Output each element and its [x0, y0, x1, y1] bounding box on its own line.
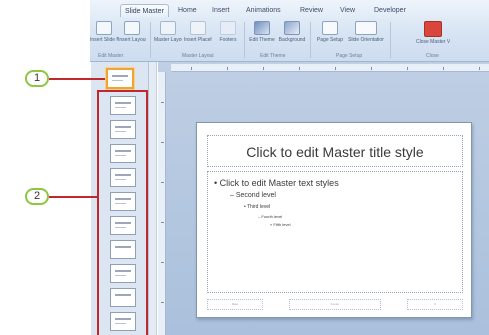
text-level-5: » Fifth level — [270, 222, 291, 227]
footers-button[interactable]: Footers — [214, 21, 242, 57]
tab-view[interactable]: View — [336, 4, 359, 17]
slide-number-placeholder[interactable]: # — [407, 299, 463, 310]
insert-layout-button[interactable]: Insert Layout — [118, 21, 146, 57]
group-close-label: Close — [426, 53, 439, 59]
insert-placeholder-button[interactable]: Insert Placeholder — [184, 21, 212, 57]
tab-animations[interactable]: Animations — [242, 4, 285, 17]
close-master-view-button[interactable]: Close Master View — [416, 21, 450, 57]
insert-slide-master-icon — [96, 21, 112, 35]
master-title-text: Click to edit Master title style — [246, 144, 424, 160]
tab-review[interactable]: Review — [296, 4, 327, 17]
edit-theme-button[interactable]: Edit Theme — [248, 21, 276, 57]
background-button[interactable]: Background — [278, 21, 306, 57]
close-master-view-icon — [424, 21, 442, 37]
master-layout-icon — [160, 21, 176, 35]
callout-1: 1 — [25, 70, 49, 87]
themes-icon — [254, 21, 270, 35]
horizontal-ruler — [171, 64, 489, 72]
insert-placeholder-icon — [190, 21, 206, 35]
layouts-highlight-frame — [97, 90, 148, 335]
tab-slide-master[interactable]: Slide Master — [120, 4, 169, 17]
tab-developer[interactable]: Developer — [370, 4, 410, 17]
body-placeholder[interactable]: • Click to edit Master text styles – Sec… — [207, 171, 463, 293]
ribbon-tabs: Slide Master Home Insert Animations Revi… — [90, 4, 489, 18]
master-layout-button[interactable]: Master Layout — [154, 21, 182, 57]
group-page-setup-label: Page Setup — [336, 53, 363, 59]
callout-2-line — [49, 196, 97, 198]
text-level-2: – Second level — [230, 192, 276, 199]
slide-orientation-button[interactable]: Slide Orientation — [348, 21, 384, 57]
group-edit-master-label: Edit Master — [98, 53, 124, 59]
tab-home[interactable]: Home — [174, 4, 201, 17]
text-level-3: • Third level — [244, 204, 271, 210]
insert-layout-icon — [124, 21, 140, 35]
page-setup-icon — [322, 21, 338, 35]
master-slide[interactable]: Click to edit Master title style • Click… — [196, 122, 472, 318]
group-master-layout-label: Master Layout — [182, 53, 214, 59]
ribbon-groups: Insert Slide Master Insert Layout Master… — [90, 18, 489, 62]
thumbnail-pane-scrollbar[interactable] — [149, 62, 157, 335]
title-placeholder[interactable]: Click to edit Master title style — [207, 135, 463, 167]
slide-master-thumbnail[interactable] — [106, 68, 134, 89]
callout-2: 2 — [25, 188, 49, 205]
background-icon — [284, 21, 300, 35]
callout-1-line — [49, 78, 105, 80]
tab-insert[interactable]: Insert — [208, 4, 234, 17]
ribbon: Slide Master Home Insert Animations Revi… — [90, 0, 489, 62]
footers-icon — [220, 21, 236, 35]
vertical-ruler — [158, 72, 166, 335]
text-level-4: – Fourth level — [258, 214, 283, 219]
slide-orientation-icon — [355, 21, 377, 35]
insert-slide-master-button[interactable]: Insert Slide Master — [90, 21, 118, 57]
text-level-1: • Click to edit Master text styles — [214, 178, 339, 188]
date-placeholder[interactable]: Date — [207, 299, 263, 310]
footer-placeholder[interactable]: Footer — [289, 299, 381, 310]
page-setup-button[interactable]: Page Setup — [316, 21, 344, 57]
group-edit-theme-label: Edit Theme — [260, 53, 286, 59]
